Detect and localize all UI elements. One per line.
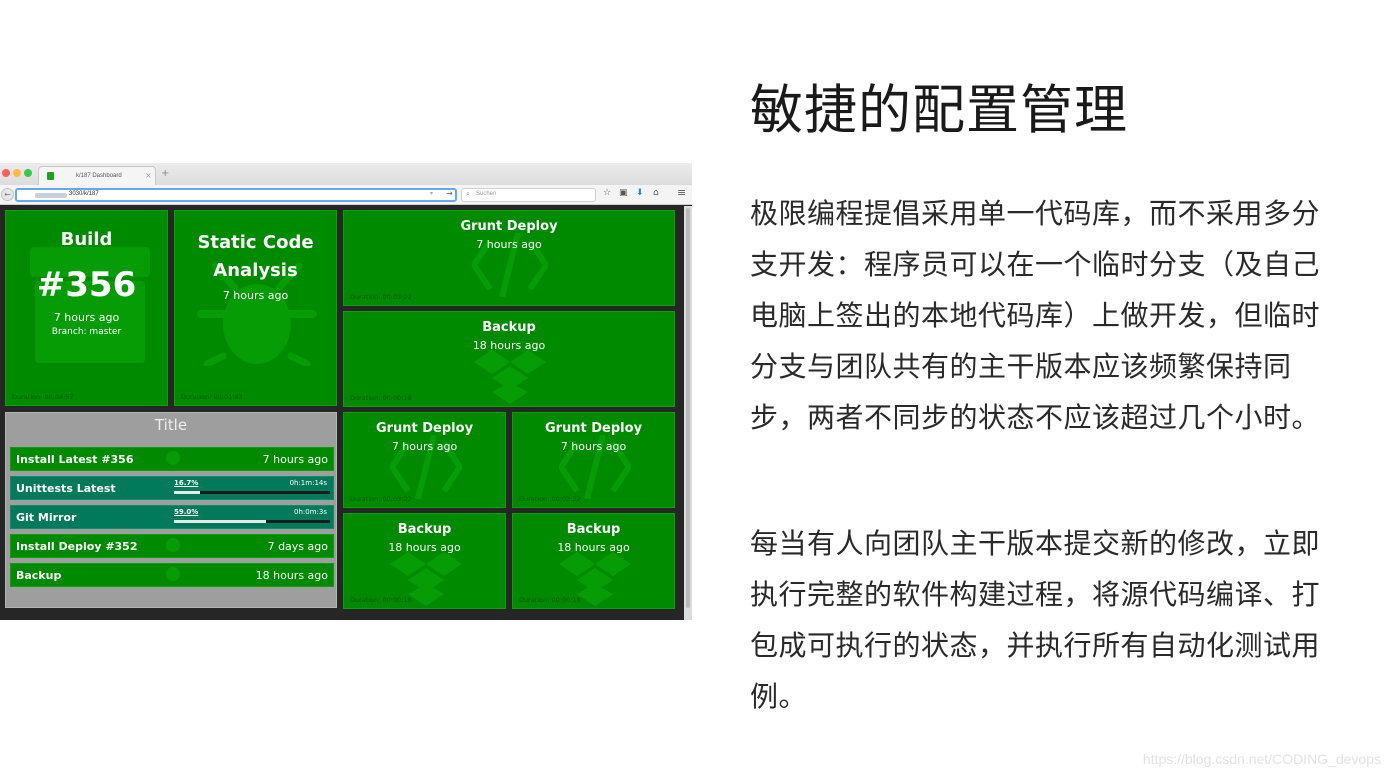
close-icon[interactable]: × xyxy=(145,171,152,180)
paragraph: 极限编程提倡采用单一代码库，而不采用多分支开发：程序员可以在一个临时分支（及自己… xyxy=(750,197,1321,434)
job-tile[interactable]: Grunt Deploy 7 hours ago Duration: 00:03… xyxy=(343,412,506,508)
url-host-redacted xyxy=(35,193,67,198)
clipboard-icon[interactable]: ▣ xyxy=(619,188,628,198)
job-time: 7 hours ago xyxy=(391,440,458,453)
job-title: Backup xyxy=(397,522,452,537)
list-item[interactable]: Backup 18 hours ago xyxy=(10,563,334,587)
watermark: https://blog.csdn.net/CODING_devops xyxy=(1142,751,1381,767)
job-title: Grunt Deploy xyxy=(375,421,474,436)
build-tile[interactable]: Build #356 7 hours ago Branch: master Du… xyxy=(5,210,168,406)
progress-percent: 59.0% xyxy=(174,508,199,516)
navigation-bar: ← 3030/k/187 ▾ → ⌕ Suchen xyxy=(0,185,692,205)
progress-bar xyxy=(174,491,330,494)
browser-window: k/187 Dashboard × + ← 3030/k/187 ▾ → ⌕ S… xyxy=(0,163,692,620)
row-time: 7 days ago xyxy=(267,540,328,553)
gear-icon xyxy=(166,451,180,465)
job-tile[interactable]: Grunt Deploy 7 hours ago Duration: 00:03… xyxy=(343,210,675,306)
plus-icon[interactable]: + xyxy=(161,168,169,179)
browser-tab[interactable]: k/187 Dashboard × xyxy=(38,166,156,185)
dashboard: Build #356 7 hours ago Branch: master Du… xyxy=(0,206,684,620)
job-duration: Duration: 00:00:18 xyxy=(350,596,412,604)
tab-bar: k/187 Dashboard × + xyxy=(0,163,692,185)
build-duration: Duration: 00:04:57 xyxy=(12,393,74,401)
page-title: 敏捷的配置管理 xyxy=(750,80,1128,141)
job-time: 18 hours ago xyxy=(557,541,630,554)
back-arrow-icon[interactable]: ← xyxy=(1,188,14,201)
static-analysis-time: 7 hours ago xyxy=(222,289,289,302)
static-analysis-title: Static Code Analysis xyxy=(197,232,314,281)
progress-fill xyxy=(174,491,201,494)
hamburger-menu-icon[interactable]: ≡ xyxy=(677,186,686,199)
row-name: Install Deploy #352 xyxy=(16,540,138,553)
address-bar[interactable]: 3030/k/187 ▾ → xyxy=(15,188,457,202)
job-title: Backup xyxy=(566,522,621,537)
scrollbar[interactable] xyxy=(684,206,692,620)
job-title: Backup xyxy=(482,320,536,335)
search-input[interactable]: ⌕ Suchen xyxy=(461,188,596,202)
favicon-icon xyxy=(47,172,54,180)
job-time: 18 hours ago xyxy=(472,339,546,352)
row-name: Backup xyxy=(16,569,62,582)
static-analysis-tile[interactable]: Static Code Analysis 7 hours ago Duratio… xyxy=(174,210,337,406)
download-icon[interactable]: ⬇ xyxy=(636,188,644,198)
dropbox-icon xyxy=(474,350,546,404)
scrollbar-thumb[interactable] xyxy=(686,208,690,608)
progress-eta: 0h:1m:14s xyxy=(289,479,327,487)
job-title: Grunt Deploy xyxy=(460,219,558,234)
url-text[interactable]: 3030/k/187 xyxy=(69,191,99,197)
tab-title: k/187 Dashboard xyxy=(76,173,122,179)
dropbox-icon xyxy=(166,567,180,581)
job-duration: Duration: 00:00:18 xyxy=(519,596,581,604)
build-number: #356 xyxy=(36,265,137,305)
group-title: Title xyxy=(154,416,188,434)
job-duration: Duration: 00:00:18 xyxy=(350,394,412,402)
build-time: 7 hours ago xyxy=(53,311,120,324)
job-time: 7 hours ago xyxy=(560,440,627,453)
window-close-button[interactable] xyxy=(2,169,10,177)
gear-icon xyxy=(166,538,180,552)
row-name: Git Mirror xyxy=(16,511,77,524)
job-tile[interactable]: Backup 18 hours ago Duration: 00:00:18 xyxy=(343,311,675,407)
progress-bar xyxy=(174,520,330,523)
job-group-panel: Title Install Latest #356 7 hours ago Un… xyxy=(5,412,337,608)
row-name: Unittests Latest xyxy=(16,482,116,495)
arrow-go-icon[interactable]: → xyxy=(446,189,453,198)
job-duration: Duration: 00:03:22 xyxy=(350,495,412,503)
progress-eta: 0h:0m:3s xyxy=(294,508,327,516)
list-item[interactable]: Install Latest #356 7 hours ago xyxy=(10,447,334,471)
job-tile[interactable]: Backup 18 hours ago Duration: 00:00:18 xyxy=(512,513,675,609)
job-time: 18 hours ago xyxy=(388,541,461,554)
job-time: 7 hours ago xyxy=(476,238,542,251)
chevron-down-icon[interactable]: ▾ xyxy=(430,190,433,197)
job-duration: Duration: 00:03:22 xyxy=(350,293,412,301)
list-item[interactable]: Git Mirror 59.0% 0h:0m:3s xyxy=(10,505,334,529)
star-icon[interactable]: ☆ xyxy=(603,188,611,198)
build-branch: Branch: master xyxy=(51,327,122,337)
window-maximize-button[interactable] xyxy=(24,169,32,177)
job-tile[interactable]: Backup 18 hours ago Duration: 00:00:18 xyxy=(343,513,506,609)
job-title: Grunt Deploy xyxy=(544,421,643,436)
job-tile[interactable]: Grunt Deploy 7 hours ago Duration: 00:03… xyxy=(512,412,675,508)
progress-percent: 16.7% xyxy=(174,479,199,487)
home-icon[interactable]: ⌂ xyxy=(653,188,659,198)
build-title: Build xyxy=(60,229,113,250)
paragraph: 每当有人向团队主干版本提交新的修改，立即执行完整的软件构建过程，将源代码编译、打… xyxy=(750,527,1321,713)
job-duration: Duration: 00:03:22 xyxy=(519,495,581,503)
row-time: 18 hours ago xyxy=(255,569,328,582)
list-item[interactable]: Install Deploy #352 7 days ago xyxy=(10,534,334,558)
window-minimize-button[interactable] xyxy=(13,169,21,177)
row-name: Install Latest #356 xyxy=(16,453,134,466)
list-item[interactable]: Unittests Latest 16.7% 0h:1m:14s xyxy=(10,476,334,500)
row-time: 7 hours ago xyxy=(262,453,328,466)
progress-fill xyxy=(174,520,267,523)
search-icon: ⌕ xyxy=(466,190,470,198)
static-analysis-duration: Duration: 00:01:43 xyxy=(181,393,243,401)
search-placeholder: Suchen xyxy=(476,191,497,197)
